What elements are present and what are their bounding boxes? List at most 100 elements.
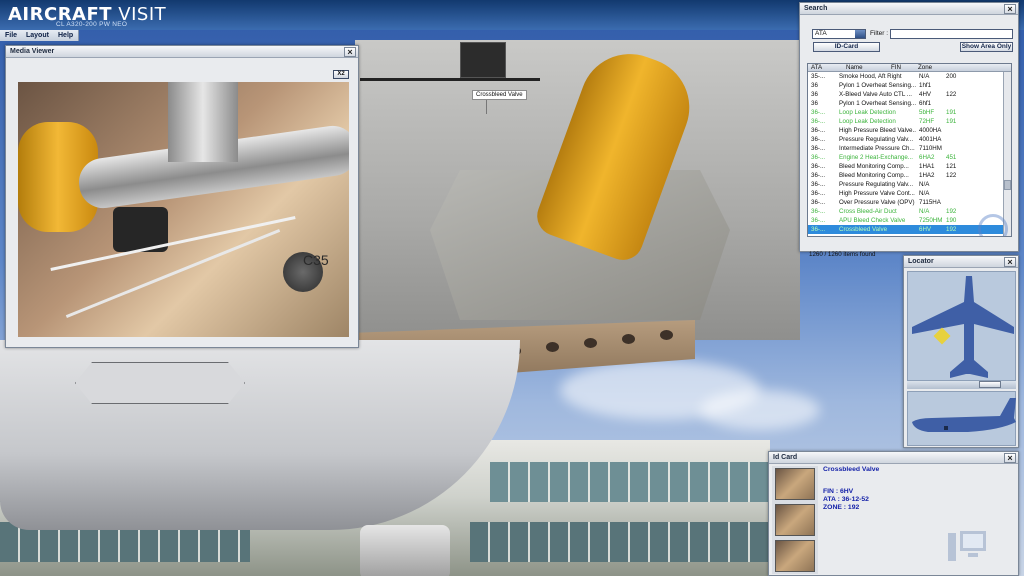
photo-label: C35: [303, 252, 329, 268]
filter-input[interactable]: [890, 29, 1013, 39]
id-card-button[interactable]: ID-Card: [813, 42, 880, 52]
close-icon[interactable]: ×: [1004, 453, 1016, 463]
media-viewer-titlebar[interactable]: Media Viewer ×: [6, 46, 358, 58]
table-body: 35-... Smoke Hood, Aft Right N/A 200 36 Pylon…: [808, 72, 1011, 234]
menu-help[interactable]: Help: [53, 30, 80, 41]
locator-titlebar[interactable]: Locator ×: [904, 256, 1018, 268]
cell-fin: 6HV: [919, 226, 932, 233]
cell-name: Pressure Regulating Valv...: [839, 181, 914, 188]
cell-name: Loop Leak Detection: [839, 109, 896, 116]
thumbnail[interactable]: [775, 468, 815, 500]
close-icon[interactable]: ×: [1004, 257, 1016, 267]
table-header: ATA Name FIN Zone: [808, 64, 1011, 72]
table-row[interactable]: 36-... Loop Leak Detection 5bHF 191: [808, 108, 1011, 117]
column-header-zone[interactable]: Zone: [918, 64, 938, 72]
table-row[interactable]: 36-... Cross Bleed-Air Duct N/A 192: [808, 207, 1011, 216]
thumbnail[interactable]: [775, 540, 815, 572]
menu-file[interactable]: File: [0, 30, 24, 41]
scrollbar-thumb[interactable]: [1004, 180, 1011, 190]
zoom-x2-button[interactable]: X2: [333, 70, 349, 79]
locator-window: Locator ×: [903, 255, 1019, 448]
cell-fin: 7110HM: [919, 145, 942, 152]
vertical-scrollbar[interactable]: [1003, 72, 1011, 236]
close-icon[interactable]: ×: [1004, 4, 1016, 14]
scene-tooltip: Crossbleed Valve: [472, 90, 527, 100]
slider-knob[interactable]: [979, 381, 1001, 388]
search-titlebar[interactable]: Search ×: [800, 3, 1018, 15]
table-row[interactable]: 36 X-Bleed Valve Auto CTL ... 4HV 122: [808, 90, 1011, 99]
cell-fin: N/A: [919, 190, 930, 197]
window-title: Search: [804, 5, 828, 12]
locator-side-view[interactable]: [907, 391, 1016, 446]
table-row[interactable]: 36-... Bleed Monitoring Comp... 1HA2 122: [808, 171, 1011, 180]
vent-hole: [584, 338, 597, 348]
cell-zone: 121: [946, 163, 957, 170]
cell-name: High Pressure Bleed Valve...: [839, 127, 916, 134]
table-row[interactable]: 36-... Loop Leak Detection 72HF 191: [808, 117, 1011, 126]
landing-gear[interactable]: [360, 525, 450, 576]
cell-ata: 36: [811, 100, 818, 107]
cell-name: Bleed Monitoring Comp...: [839, 172, 909, 179]
table-row[interactable]: 36-... High Pressure Bleed Valve... 4000HA: [808, 126, 1011, 135]
cloud: [700, 390, 820, 430]
table-row[interactable]: 36-... Bleed Monitoring Comp... 1HA1 121: [808, 162, 1011, 171]
table-row[interactable]: 36-... Over Pressure Valve (OPV) 7115HA: [808, 198, 1011, 207]
cell-ata: 36-...: [811, 118, 826, 125]
column-header-fin[interactable]: FIN: [891, 64, 921, 72]
table-row[interactable]: 36 Pylon 1 Overheat Sensing... 1hf1: [808, 81, 1011, 90]
column-header-ata[interactable]: ATA: [811, 64, 841, 72]
cell-ata: 36-...: [811, 190, 826, 197]
cell-zone: 122: [946, 91, 957, 98]
cell-fin: 5bHF: [919, 109, 935, 116]
computer-icon: [948, 531, 986, 561]
id-card-window: Id Card × Crossbleed Valve FIN : 6HV ATA…: [768, 451, 1019, 576]
cell-fin: N/A: [919, 181, 930, 188]
table-row[interactable]: 36 Pylon 1 Overheat Sensing... 6hf1: [808, 99, 1011, 108]
cell-name: Loop Leak Detection: [839, 118, 896, 125]
menu-layout[interactable]: Layout: [21, 30, 55, 41]
result-count: 1260 / 1260 items found: [809, 251, 876, 258]
table-row[interactable]: 36-... Pressure Regulating Valv... N/A: [808, 180, 1011, 189]
cell-ata: 36-...: [811, 127, 826, 134]
cell-zone: 122: [946, 172, 957, 179]
thumbnail[interactable]: [775, 504, 815, 536]
thumbnail-strip: [772, 466, 818, 574]
results-table: ATA Name FIN Zone 35-... Smoke Hood, Aft …: [807, 63, 1012, 237]
cell-name: Pylon 1 Overheat Sensing...: [839, 82, 916, 89]
cell-ata: 36-...: [811, 109, 826, 116]
aircraft-top-view-icon: [912, 276, 1014, 378]
cell-ata: 36-...: [811, 145, 826, 152]
locator-top-view[interactable]: [907, 271, 1016, 381]
cell-fin: 4000HA: [919, 127, 942, 134]
cell-fin: 6HA2: [919, 154, 935, 161]
cell-name: Bleed Monitoring Comp...: [839, 163, 909, 170]
search-window: Search × ATA Filter : ID-Card Show Area …: [799, 2, 1019, 258]
table-row[interactable]: 36-... Pressure Regulating Valv... 4001HA: [808, 135, 1011, 144]
close-icon[interactable]: ×: [344, 47, 356, 57]
aircraft-model: CL A320-200 PW NEO: [56, 21, 128, 28]
cell-fin: 6hf1: [919, 100, 932, 107]
component-photo[interactable]: C35: [18, 82, 349, 337]
show-area-only-button[interactable]: Show Area Only: [960, 42, 1013, 52]
table-row[interactable]: 36-... High Pressure Valve Cont... N/A: [808, 189, 1011, 198]
vent-hole: [660, 330, 673, 340]
cell-ata: 35-...: [811, 73, 826, 80]
cable: [360, 78, 540, 81]
cell-ata: 36-...: [811, 208, 826, 215]
table-row[interactable]: 36-... Intermediate Pressure Ch... 7110HM: [808, 144, 1011, 153]
cell-ata: 36-...: [811, 199, 826, 206]
locator-slider[interactable]: [907, 381, 1016, 389]
belly-access-plate[interactable]: [75, 362, 245, 404]
cell-zone: 451: [946, 154, 957, 161]
table-row[interactable]: 35-... Smoke Hood, Aft Right N/A 200: [808, 72, 1011, 81]
chevron-down-icon[interactable]: [855, 30, 865, 38]
magnifier-icon: [978, 214, 1008, 236]
component-fin: FIN : 6HV: [823, 488, 854, 495]
ata-select[interactable]: ATA: [812, 29, 866, 39]
id-card-titlebar[interactable]: Id Card ×: [769, 452, 1018, 464]
cell-ata: 36-...: [811, 226, 826, 233]
window-title: Media Viewer: [10, 48, 55, 55]
crossbleed-valve-model[interactable]: [460, 42, 506, 78]
cell-name: APU Bleed Check Valve: [839, 217, 906, 224]
table-row[interactable]: 36-... Engine 2 Heat-Exchange... 6HA2 451: [808, 153, 1011, 162]
